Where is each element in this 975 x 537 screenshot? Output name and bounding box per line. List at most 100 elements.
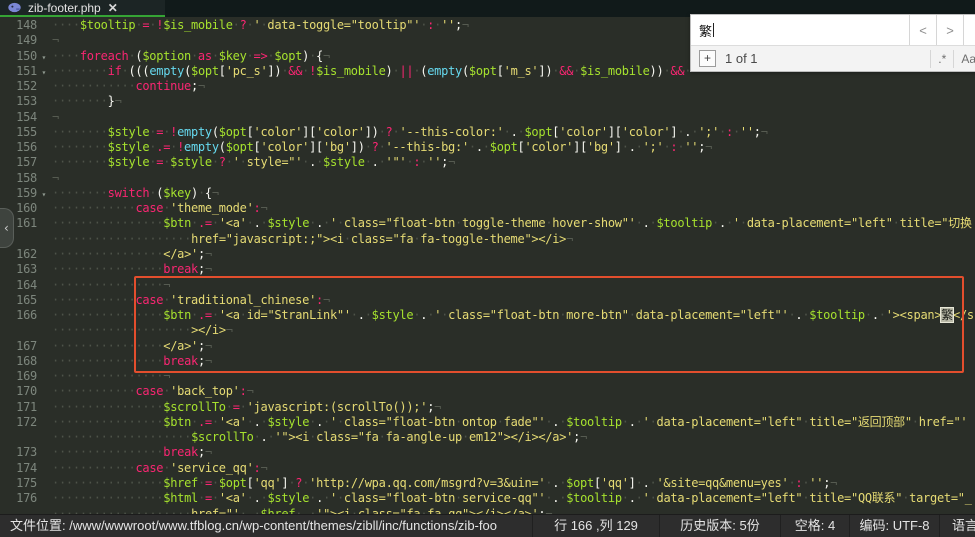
line-number [0,323,46,338]
code-line[interactable]: 152············continue;¬ [0,79,975,94]
line-number: 173 [0,445,46,460]
code-line[interactable]: 157········$style·=·$style·?·'·style="'·… [0,155,975,170]
line-number: 156 [0,140,46,155]
status-indent-spaces[interactable]: 空格: 4 [780,515,849,537]
code-text: ············case·'service_qq':¬ [46,461,267,476]
fold-caret-icon[interactable]: ▾ [41,50,46,65]
code-text: ········$style·=·!empty($opt['color']['c… [46,125,768,140]
code-line[interactable]: 175················$href·=·$opt['qq']·?·… [0,476,975,491]
line-number: 166 [0,308,46,323]
search-query-text: 繁 [699,21,712,40]
code-line[interactable]: 162················</a>';¬ [0,247,975,262]
line-number: 152 [0,79,46,94]
code-line[interactable]: 171················$scrollTo·=·'javascri… [0,400,975,415]
code-line[interactable]: 168················break;¬ [0,354,975,369]
code-line[interactable]: 176················$html·=·'<a'·.·$style… [0,491,975,506]
code-line[interactable]: 153········}¬ [0,94,975,109]
code-line[interactable]: 164················¬ [0,278,975,293]
line-number: 167 [0,339,46,354]
code-line[interactable]: 169················¬ [0,369,975,384]
line-number: 165 [0,293,46,308]
code-text: ················¬ [46,278,170,293]
tab-close-icon[interactable]: ✕ [108,2,118,14]
line-number: 148 [0,18,46,33]
code-line[interactable]: 163················break;¬ [0,262,975,277]
code-line[interactable]: 160············case·'theme_mode':¬ [0,201,975,216]
code-editor[interactable]: 148····$tooltip·=·!$is_mobile·?·'·data-t… [0,17,975,515]
line-number [0,430,46,445]
search-prev-button[interactable]: < [910,15,937,45]
status-encoding[interactable]: 编码: UTF-8 [849,515,939,537]
code-line[interactable]: 155········$style·=·!empty($opt['color']… [0,125,975,140]
code-line[interactable]: ····················$scrollTo·.·'"><i·cl… [0,430,975,445]
code-text: ············continue;¬ [46,79,205,94]
status-language[interactable]: 语言 [939,515,975,537]
code-text: ········$style·=·$style·?·'·style="'·.·$… [46,155,455,170]
code-line[interactable]: 161················$btn·.=·'<a'·.·$style… [0,216,975,231]
code-line[interactable]: ····················></i>¬ [0,323,975,338]
code-text: ················break;¬ [46,262,212,277]
text-caret [713,23,714,37]
line-number: 158 [0,171,46,186]
code-text: ················$btn·.=·'<a'·.·$style·.·… [46,216,972,231]
code-text: ¬ [46,33,59,48]
tab-zib-footer[interactable]: zib-footer.php ✕ [0,0,165,17]
line-number: 169 [0,369,46,384]
code-line[interactable]: 167················</a>';¬ [0,339,975,354]
line-number: 151▾ [0,64,46,79]
code-text: ¬ [46,171,59,186]
code-text: ················$href·=·$opt['qq']·?·'ht… [46,476,837,491]
code-text: ················$scrollTo·=·'javascript:… [46,400,441,415]
code-line[interactable]: 154¬ [0,110,975,125]
panel-collapse-handle[interactable]: ‹ [0,208,14,248]
search-next-button[interactable]: > [937,15,964,45]
line-number: 150▾ [0,49,46,64]
code-line[interactable]: 172················$btn·.=·'<a'·.·$style… [0,415,975,430]
code-line[interactable]: 170············case·'back_top':¬ [0,384,975,399]
code-text: ················$html·=·'<a'·.·$style·.·… [46,491,972,506]
status-cursor-position: 行 166 ,列 129 [532,515,659,537]
toggle-replace-button[interactable]: + [699,50,716,67]
code-line[interactable]: 156········$style·.=·!empty($opt['color'… [0,140,975,155]
search-box: 繁 < > + 1 of 1 .* Aa [690,14,975,72]
code-text: ················$btn·.=·'<a'·.·$style·.·… [46,415,967,430]
line-number: 154 [0,110,46,125]
code-line[interactable]: 174············case·'service_qq':¬ [0,461,975,476]
line-number: 176 [0,491,46,506]
code-text: ············case·'traditional_chinese':¬ [46,293,330,308]
line-number: 153 [0,94,46,109]
code-text: ····················></i>¬ [46,323,233,338]
code-line[interactable]: 159▾········switch·($key)·{¬ [0,186,975,201]
code-line[interactable]: 173················break;¬ [0,445,975,460]
line-number: 170 [0,384,46,399]
code-line[interactable]: 158¬ [0,171,975,186]
search-input[interactable]: 繁 [691,15,910,45]
code-line[interactable]: 165············case·'traditional_chinese… [0,293,975,308]
code-text: ················break;¬ [46,445,212,460]
status-bar: 文件位置: /www/wwwroot/www.tfblog.cn/wp-cont… [0,514,975,537]
code-line[interactable]: 166················$btn·.=·'<a·id="Stran… [0,308,975,323]
line-number: 174 [0,461,46,476]
line-number: 149 [0,33,46,48]
status-history-versions[interactable]: 历史版本: 5份 [659,515,780,537]
search-options-row: + 1 of 1 .* Aa [691,45,975,71]
line-number: 155 [0,125,46,140]
code-text: ········switch·($key)·{¬ [46,186,219,201]
php-file-icon [8,2,21,13]
fold-caret-icon[interactable]: ▾ [41,187,46,202]
code-text: ················$btn·.=·'<a·id="StranLin… [46,308,974,323]
regex-toggle-button[interactable]: .* [930,50,953,68]
code-text: ¬ [46,110,59,125]
code-line[interactable]: ····················href="javascript:;">… [0,232,975,247]
fold-caret-icon[interactable]: ▾ [41,65,46,80]
case-toggle-button[interactable]: Aa [953,50,975,68]
search-extra-button[interactable] [964,15,975,45]
line-number: 157 [0,155,46,170]
code-text: ····foreach·($option·as·$key·=>·$opt)·{¬ [46,49,330,64]
code-text: ················</a>';¬ [46,247,212,262]
line-number: 162 [0,247,46,262]
code-text: ············case·'theme_mode':¬ [46,201,267,216]
code-text: ············case·'back_top':¬ [46,384,254,399]
line-number: 168 [0,354,46,369]
code-text: ····················$scrollTo·.·'"><i·cl… [46,430,587,445]
